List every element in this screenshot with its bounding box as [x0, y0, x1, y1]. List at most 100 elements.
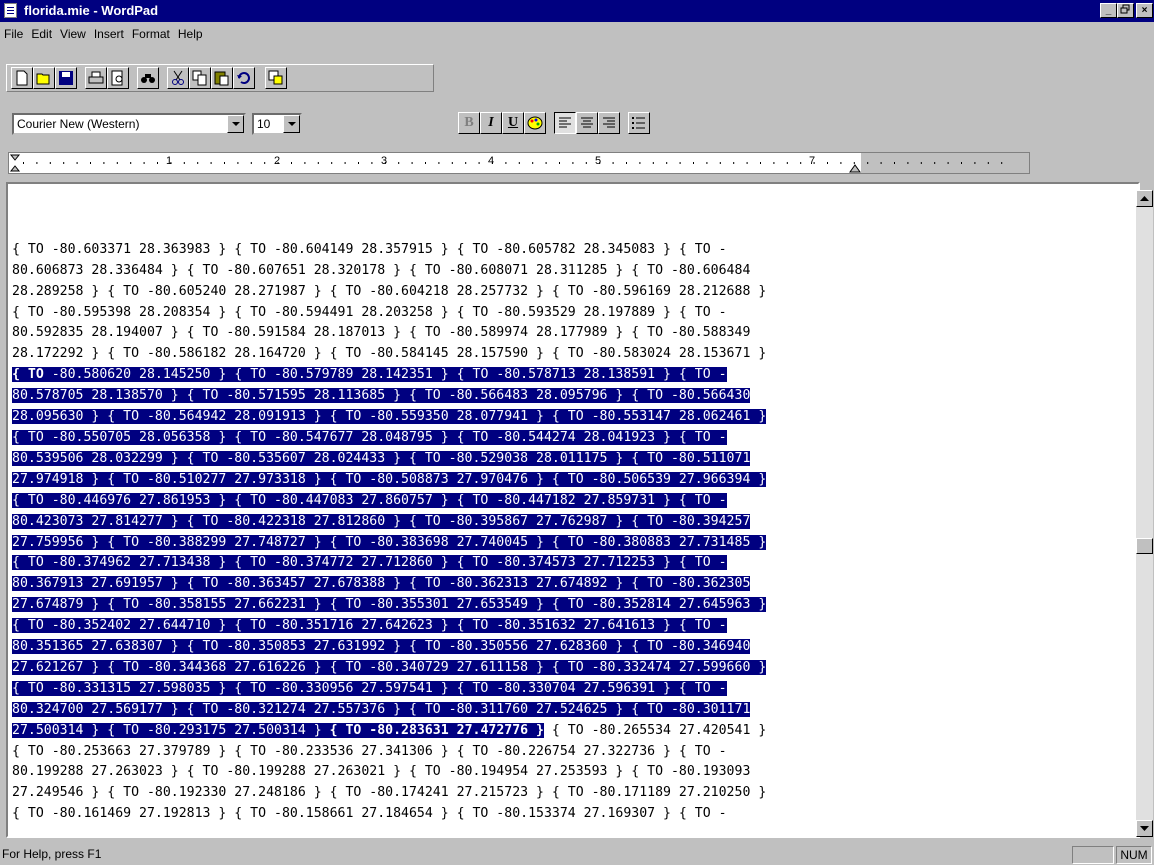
chevron-down-icon[interactable] — [283, 115, 300, 133]
ruler[interactable]: 1 2 3 4 5 7 — [8, 152, 1030, 174]
text-line: { TO -80.331315 27.598035 } { TO -80.330… — [12, 679, 766, 700]
cut-icon — [172, 70, 184, 85]
menu-insert[interactable]: Insert — [90, 22, 128, 41]
align-right-icon — [603, 117, 615, 128]
maximize-button[interactable] — [1117, 3, 1134, 18]
menu-format[interactable]: Format — [128, 22, 174, 41]
text-line: 80.367913 27.691957 } { TO -80.363457 27… — [12, 574, 766, 595]
insert-object-button[interactable] — [265, 67, 287, 89]
text-line: 28.289258 } { TO -80.605240 28.271987 } … — [12, 283, 767, 299]
find-button[interactable] — [137, 67, 159, 89]
wordpad-app-icon[interactable] — [4, 3, 17, 18]
font-name-select[interactable]: Courier New (Western) — [12, 113, 246, 135]
chevron-down-icon[interactable] — [227, 115, 244, 133]
text-line: { TO -80.161469 27.192813 } { TO -80.158… — [12, 806, 727, 822]
minimize-button[interactable]: _ — [1100, 3, 1117, 18]
color-button[interactable] — [524, 112, 546, 134]
menu-view[interactable]: View — [56, 22, 90, 41]
copy-button[interactable] — [189, 67, 211, 89]
new-icon — [16, 70, 28, 86]
status-bar: For Help, press F1 NUM — [0, 845, 1154, 865]
status-panel — [1072, 846, 1114, 864]
close-button[interactable]: × — [1136, 3, 1153, 18]
text-line: { TO -80.352402 27.644710 } { TO -80.351… — [12, 616, 766, 637]
selected-text: 80.351365 27.638307 } { TO -80.350853 27… — [12, 639, 751, 655]
text-line: { TO -80.595398 28.208354 } { TO -80.594… — [12, 304, 727, 320]
selection-start-line: { TO -80.580620 28.145250 } { TO -80.579… — [12, 365, 766, 386]
menu-bar: File Edit View Insert Format Help — [0, 22, 1154, 46]
text-line: 80.324700 27.569177 } { TO -80.321274 27… — [12, 700, 766, 721]
selection-end-line: 27.500314 } { TO -80.293175 27.500314 } … — [12, 721, 766, 742]
new-button[interactable] — [11, 67, 33, 89]
arrow-up-icon — [1140, 196, 1149, 201]
menu-file[interactable]: File — [0, 22, 27, 41]
selected-text: 80.539506 28.032299 } { TO -80.535607 28… — [12, 450, 751, 466]
print-preview-button[interactable] — [107, 67, 129, 89]
scroll-down-button[interactable] — [1136, 820, 1153, 837]
scroll-up-button[interactable] — [1136, 190, 1153, 207]
selected-text: { TO -80.550705 28.056358 } { TO -80.547… — [12, 429, 727, 445]
bold-button[interactable]: B — [458, 112, 480, 134]
window-title: florida.mie - WordPad — [24, 3, 159, 18]
text-line: 27.621267 } { TO -80.344368 27.616226 } … — [12, 658, 767, 679]
text-line: { TO -80.253663 27.379789 } { TO -80.233… — [12, 743, 727, 759]
paste-button[interactable] — [211, 67, 233, 89]
scroll-thumb[interactable] — [1136, 538, 1153, 554]
palette-icon — [527, 116, 543, 130]
selected-text: { TO -80.331315 27.598035 } { TO -80.330… — [12, 680, 727, 696]
undo-button[interactable] — [233, 67, 255, 89]
align-center-button[interactable] — [576, 112, 598, 134]
copy-icon — [192, 70, 207, 86]
ruler-number: 1 — [166, 155, 173, 167]
selected-text: 80.578705 28.138570 } { TO -80.571595 28… — [12, 388, 751, 404]
menu-edit[interactable]: Edit — [27, 22, 56, 41]
right-indent-marker[interactable] — [849, 163, 861, 173]
selected-text: { TO -80.579789 28.142351 } { TO -80.578… — [226, 367, 727, 383]
text-line: 80.606873 28.336484 } { TO -80.607651 28… — [12, 262, 751, 278]
save-button[interactable] — [55, 67, 77, 89]
menu-help[interactable]: Help — [174, 22, 207, 41]
selected-text: 28.095630 } { TO -80.564942 28.091913 } … — [12, 409, 767, 425]
num-lock-indicator: NUM — [1116, 846, 1152, 864]
bullets-button[interactable] — [628, 112, 650, 134]
title-bar: florida.mie - WordPad _ × — [0, 0, 1154, 22]
print-icon — [88, 71, 104, 84]
font-size-value: 10 — [257, 117, 271, 131]
selected-text: 27.621267 } { TO -80.344368 27.616226 } … — [12, 659, 767, 675]
ruler-number: 2 — [274, 155, 281, 167]
text-line: 28.095630 } { TO -80.564942 28.091913 } … — [12, 407, 767, 428]
text-line: 28.172292 } { TO -80.586182 28.164720 } … — [12, 346, 767, 362]
ruler-number: 3 — [381, 155, 388, 167]
underline-button[interactable]: U — [502, 112, 524, 134]
vertical-scrollbar[interactable] — [1136, 190, 1153, 837]
selected-text: 27.500314 } { TO -80.293175 27.500314 } — [12, 722, 330, 738]
text-line: 27.974918 } { TO -80.510277 27.973318 } … — [12, 470, 767, 491]
selected-text: 27.974918 } { TO -80.510277 27.973318 } … — [12, 471, 767, 487]
document-text[interactable]: { TO -80.603371 28.363983 } { TO -80.604… — [12, 198, 767, 836]
cut-button[interactable] — [167, 67, 189, 89]
selected-text: 80.423073 27.814277 } { TO -80.422318 27… — [12, 513, 751, 529]
text-line: { TO -80.374962 27.713438 } { TO -80.374… — [12, 553, 766, 574]
align-right-button[interactable] — [598, 112, 620, 134]
text-line: 80.592835 28.194007 } { TO -80.591584 28… — [12, 325, 751, 341]
open-button[interactable] — [33, 67, 55, 89]
align-left-icon — [559, 117, 571, 128]
font-size-select[interactable]: 10 — [252, 113, 302, 135]
text-line: 80.539506 28.032299 } { TO -80.535607 28… — [12, 449, 766, 470]
text-line: { TO -80.265534 27.420541 } — [543, 722, 767, 738]
print-button[interactable] — [85, 67, 107, 89]
ruler-ticks — [9, 154, 1003, 172]
italic-button[interactable]: I — [480, 112, 502, 134]
align-left-button[interactable] — [554, 112, 576, 134]
selected-text: { TO -80.352402 27.644710 } { TO -80.351… — [12, 618, 727, 634]
text-line: 80.578705 28.138570 } { TO -80.571595 28… — [12, 386, 766, 407]
ruler-number: 4 — [488, 155, 495, 167]
font-name-value: Courier New (Western) — [17, 117, 140, 131]
document-editor[interactable]: { TO -80.603371 28.363983 } { TO -80.604… — [6, 182, 1140, 838]
save-icon — [59, 71, 73, 85]
arrow-down-icon — [1140, 826, 1149, 831]
paste-icon — [214, 71, 229, 86]
restore-icon — [1120, 4, 1130, 14]
text-line: 80.199288 27.263023 } { TO -80.199288 27… — [12, 764, 751, 780]
bullets-icon — [632, 117, 645, 129]
